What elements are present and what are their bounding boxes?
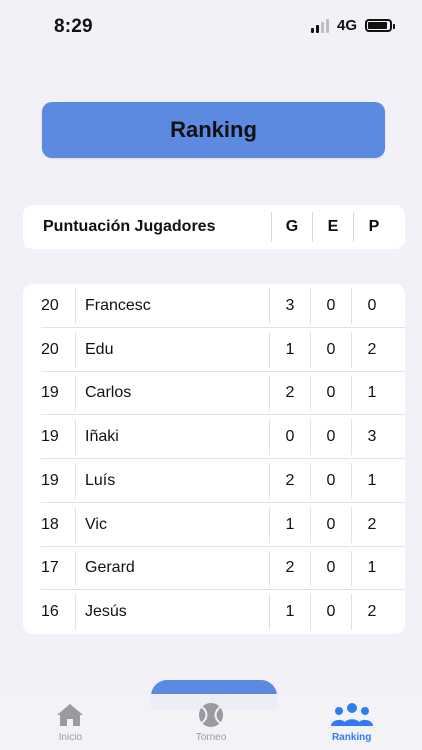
player-e: 0 [310,506,351,543]
player-g: 1 [269,594,310,630]
player-name: Iñaki [75,419,269,455]
player-e: 0 [310,594,351,630]
player-p: 3 [351,419,392,455]
header-title: Puntuación Jugadores [43,218,216,235]
battery-icon [365,19,395,32]
player-e: 0 [310,288,351,324]
table-row[interactable]: 17 Gerard 2 0 1 [23,547,405,591]
player-e: 0 [310,331,351,368]
player-points: 16 [41,603,59,621]
player-g: 0 [269,419,310,455]
table-row[interactable]: 16 Jesús 1 0 2 [23,590,405,634]
player-p: 1 [351,463,392,499]
people-icon [330,703,373,726]
player-name: Carlos [75,375,269,412]
header-col-p: P [353,212,394,242]
player-e: 0 [310,463,351,499]
tab-bar: Inicio Torneo Ranking [0,694,422,750]
player-p: 0 [351,288,392,324]
player-points: 17 [41,559,59,577]
player-points: 19 [41,428,59,446]
player-g: 2 [269,550,310,587]
header-col-e: E [312,212,353,242]
ranking-title-button[interactable]: Ranking [42,102,385,158]
player-e: 0 [310,550,351,587]
table-row[interactable]: 20 Francesc 3 0 0 [23,284,405,328]
player-g: 2 [269,463,310,499]
player-p: 2 [351,331,392,368]
house-icon [57,704,84,726]
ranking-table: 20 Francesc 3 0 0 20 Edu 1 0 2 19 Carlos… [23,284,405,634]
player-e: 0 [310,375,351,412]
table-row[interactable]: 20 Edu 1 0 2 [23,328,405,372]
player-g: 1 [269,506,310,543]
signal-icon [310,18,329,33]
player-p: 1 [351,375,392,412]
table-row[interactable]: 19 Iñaki 0 0 3 [23,415,405,459]
player-points: 19 [41,384,59,402]
player-points: 19 [41,471,59,489]
status-bar: 8:29 4G [0,0,422,50]
table-row[interactable]: 19 Luís 2 0 1 [23,459,405,503]
player-name: Jesús [75,594,269,630]
status-time: 8:29 [54,16,93,37]
tab-inicio[interactable]: Inicio [0,694,141,750]
header-col-g: G [271,212,312,242]
tennis-ball-icon [199,703,223,727]
player-name: Gerard [75,550,269,587]
player-name: Edu [75,331,269,368]
player-g: 1 [269,331,310,368]
player-points: 20 [41,340,59,358]
table-row[interactable]: 18 Vic 1 0 2 [23,503,405,547]
tab-ranking[interactable]: Ranking [281,694,422,750]
player-name: Francesc [75,288,269,324]
tab-label: Ranking [331,732,372,743]
player-g: 2 [269,375,310,412]
table-header: Puntuación Jugadores G E P [23,205,405,249]
player-name: Luís [75,463,269,499]
player-p: 2 [351,506,392,543]
player-points: 20 [41,296,59,314]
player-e: 0 [310,419,351,455]
status-indicators: 4G [310,17,395,34]
tab-torneo[interactable]: Torneo [141,694,282,750]
tab-label: Torneo [195,732,227,743]
player-name: Vic [75,506,269,543]
network-label: 4G [336,17,357,34]
tab-label: Inicio [58,732,83,743]
table-row[interactable]: 19 Carlos 2 0 1 [23,372,405,416]
player-p: 1 [351,550,392,587]
player-g: 3 [269,288,310,324]
player-p: 2 [351,594,392,630]
player-points: 18 [41,515,59,533]
